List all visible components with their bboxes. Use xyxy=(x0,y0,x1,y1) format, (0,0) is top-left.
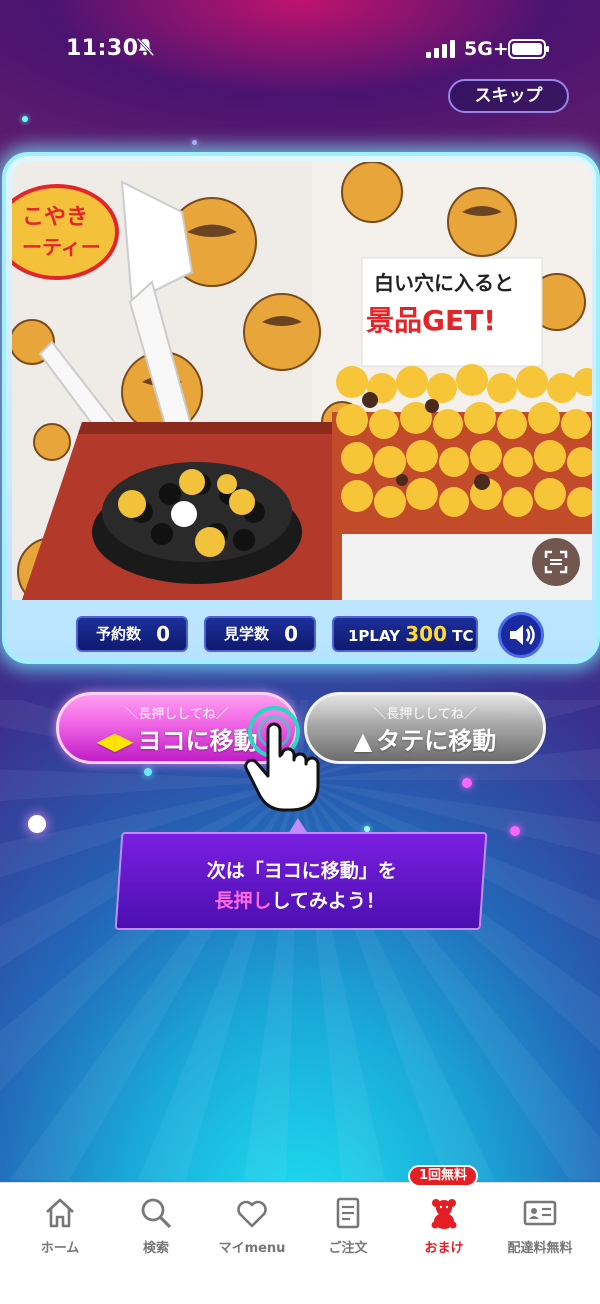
watch-label: 見学数 xyxy=(224,625,270,643)
play-prefix: 1PLAY xyxy=(348,627,401,645)
status-time: 11:30 xyxy=(66,36,139,61)
tooltip-highlight: 長押し xyxy=(214,890,272,912)
search-icon xyxy=(141,1198,172,1229)
battery-icon xyxy=(508,39,549,59)
live-video[interactable]: こやき ーティー 白い穴に入ると 景品GET! xyxy=(12,162,592,600)
tooltip-line1: 次は「ヨコに移動」を xyxy=(206,860,397,882)
yoko-label: ヨコに移動 xyxy=(137,727,258,755)
tate-label: タテに移動 xyxy=(376,727,497,755)
sparkle xyxy=(510,826,520,836)
tate-hint: ＼長押ししてね／ xyxy=(373,707,477,722)
tab-label: おまけ xyxy=(424,1241,464,1256)
sign-text-1: 白い穴に入ると xyxy=(374,271,514,295)
play-price: 1PLAY 300 TC xyxy=(332,616,478,652)
sparkle xyxy=(22,116,28,122)
reserve-value: 0 xyxy=(156,622,170,646)
tab-label: 検索 xyxy=(142,1241,169,1256)
up-triangle-icon: ▲ xyxy=(353,727,373,755)
home-icon xyxy=(46,1198,74,1228)
scan-icon xyxy=(544,550,568,574)
game-panel: こやき ーティー 白い穴に入ると 景品GET! 予約数 0 見学数 0 1PLA… xyxy=(2,152,600,664)
sparkle xyxy=(192,140,197,145)
tab-home[interactable]: ホーム xyxy=(10,1195,110,1275)
watch-value: 0 xyxy=(284,622,298,646)
tab-label: ホーム xyxy=(40,1241,80,1256)
banner-text-1: こやき xyxy=(22,205,88,230)
reserve-label: 予約数 xyxy=(96,625,142,643)
reserve-count: 予約数 0 xyxy=(76,616,188,652)
network-label: 5G+ xyxy=(464,38,509,60)
tap-hand-icon xyxy=(244,706,320,812)
play-price-value: 300 xyxy=(405,622,448,646)
claw-machine-scene: こやき ーティー 白い穴に入ると 景品GET! xyxy=(12,162,592,600)
watch-count: 見学数 0 xyxy=(204,616,316,652)
tab-my-menu[interactable]: マイmenu xyxy=(202,1195,302,1275)
bear-icon xyxy=(431,1199,457,1229)
tooltip-line2: 長押ししてみよう！ xyxy=(119,886,481,913)
stats-row: 予約数 0 見学数 0 1PLAY 300 TC xyxy=(6,612,596,658)
tab-label: マイmenu xyxy=(218,1241,286,1256)
sound-button[interactable] xyxy=(498,612,544,658)
left-right-arrows-icon: ◀▶ xyxy=(96,727,134,755)
document-icon xyxy=(336,1197,360,1229)
tab-bonus[interactable]: おまけ xyxy=(394,1195,494,1275)
tutorial-tooltip: 次は「ヨコに移動」を 長押ししてみよう！ xyxy=(114,832,488,930)
sparkle xyxy=(28,815,46,833)
tab-search[interactable]: 検索 xyxy=(106,1195,206,1275)
signal-icon xyxy=(426,40,455,58)
bottom-tab-bar: ホーム 検索 マイmenu ご注文 おまけ 配達料無料 xyxy=(0,1182,600,1304)
speaker-icon xyxy=(510,625,535,645)
scan-button[interactable] xyxy=(532,538,580,586)
tab-label: 配達料無料 xyxy=(507,1241,573,1256)
sparkle xyxy=(144,768,152,776)
tab-orders[interactable]: ご注文 xyxy=(298,1195,398,1275)
bell-slash-icon xyxy=(136,37,155,57)
tate-main: ▲ タテに移動 xyxy=(307,721,543,756)
free-badge: 1回無料 xyxy=(408,1165,478,1187)
sign-text-2: 景品GET! xyxy=(366,304,496,337)
skip-button[interactable]: スキップ xyxy=(448,79,569,113)
banner-text-2: ーティー xyxy=(22,235,101,259)
tab-free-delivery[interactable]: 配達料無料 xyxy=(490,1195,590,1275)
id-card-icon xyxy=(523,1200,557,1226)
heart-icon xyxy=(237,1200,267,1228)
play-unit: TC xyxy=(452,627,474,645)
tab-label: ご注文 xyxy=(328,1241,368,1256)
tooltip-line2-rest: してみよう！ xyxy=(271,890,385,912)
status-bar: 11:30 5G+ xyxy=(0,30,600,70)
sparkle xyxy=(462,778,472,788)
